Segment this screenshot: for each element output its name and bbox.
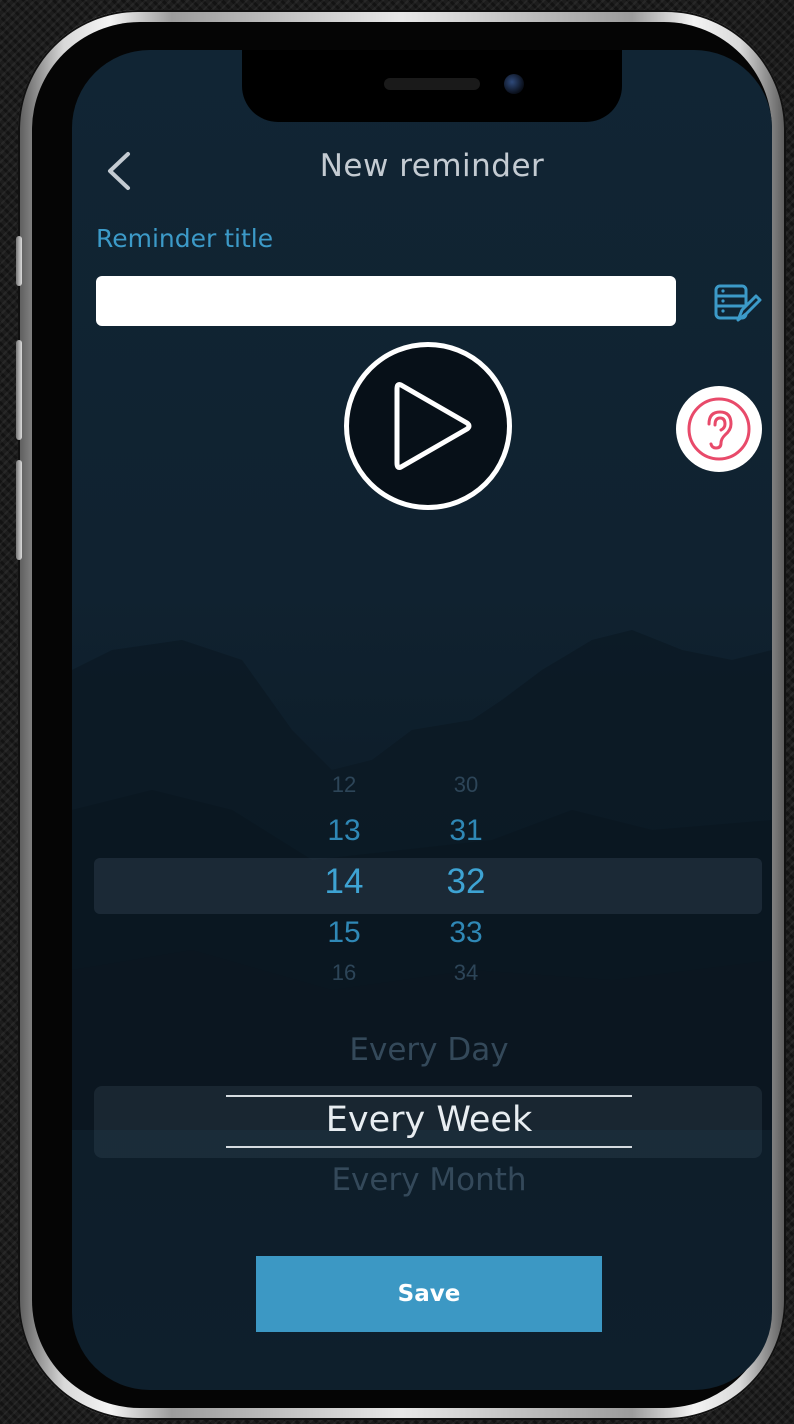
chevron-left-icon (108, 152, 130, 190)
reminder-title-input[interactable] (96, 276, 676, 326)
earpiece-speaker (384, 78, 480, 90)
minute-picker[interactable]: 30 31 32 33 34 (426, 762, 506, 1002)
edit-list-icon (714, 284, 762, 322)
page-title: New reminder (319, 148, 545, 184)
minute-option-selected[interactable]: 32 (426, 862, 506, 902)
hour-option[interactable]: 13 (304, 814, 384, 848)
minute-option[interactable]: 31 (426, 814, 506, 848)
play-icon (394, 382, 472, 470)
hour-option[interactable]: 16 (304, 960, 384, 986)
back-button[interactable] (94, 146, 144, 196)
repeat-divider-top (226, 1095, 632, 1097)
save-button[interactable]: Save (256, 1256, 602, 1332)
hour-option-selected[interactable]: 14 (304, 862, 384, 902)
front-camera (504, 74, 524, 94)
app-screen: New reminder Reminder title 12 13 14 15 (72, 50, 772, 1390)
listen-button[interactable] (676, 386, 762, 472)
mute-switch (16, 236, 22, 286)
edit-notes-button[interactable] (712, 278, 762, 328)
minute-option[interactable]: 33 (426, 916, 506, 950)
minute-option[interactable]: 34 (426, 960, 506, 986)
minute-option[interactable]: 30 (426, 772, 506, 798)
repeat-option[interactable]: Every Month (226, 1162, 632, 1198)
ear-icon (687, 397, 751, 461)
repeat-option[interactable]: Every Day (226, 1032, 632, 1068)
repeat-divider-bottom (226, 1146, 632, 1148)
hour-picker[interactable]: 12 13 14 15 16 (304, 762, 384, 1002)
play-button[interactable] (344, 342, 512, 510)
notch (242, 50, 622, 122)
volume-up-button (16, 340, 22, 440)
reminder-title-label: Reminder title (96, 224, 274, 253)
volume-down-button (16, 460, 22, 560)
hour-option[interactable]: 15 (304, 916, 384, 950)
hour-option[interactable]: 12 (304, 772, 384, 798)
repeat-option-selected[interactable]: Every Week (226, 1100, 632, 1140)
